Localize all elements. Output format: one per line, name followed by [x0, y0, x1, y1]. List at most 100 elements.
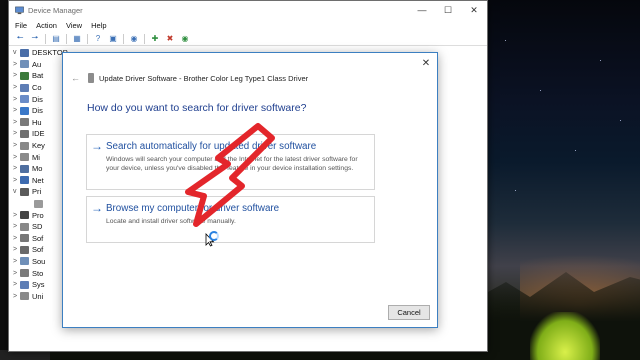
tree-item[interactable]: v DESKTOP: [13, 47, 69, 59]
chevron-right-icon[interactable]: >: [13, 61, 20, 68]
chevron-right-icon[interactable]: >: [13, 246, 20, 253]
tree-item[interactable]: > Mi: [13, 151, 69, 163]
device-category-icon: [20, 164, 29, 173]
tree-item[interactable]: > Sof: [13, 244, 69, 256]
tree-item[interactable]: > Bat: [13, 70, 69, 82]
tree-item[interactable]: > Uni: [13, 290, 69, 302]
chevron-right-icon[interactable]: >: [13, 293, 20, 300]
tree-item-label: Mo: [32, 164, 43, 174]
device-category-icon: [20, 118, 29, 127]
cancel-button[interactable]: Cancel: [388, 305, 430, 320]
tree-item-label: Au: [32, 59, 42, 69]
back-icon[interactable]: 🠔: [15, 33, 25, 44]
tree-item-label: Key: [32, 141, 45, 151]
arrow-right-icon: →: [91, 139, 103, 153]
chevron-right-icon[interactable]: >: [13, 96, 20, 103]
device-manager-icon: [15, 6, 24, 14]
tree-item[interactable]: > Pro: [13, 209, 69, 221]
chevron-right-icon[interactable]: >: [13, 107, 20, 114]
chevron-right-icon[interactable]: >: [13, 84, 20, 91]
dialog-header: ← Update Driver Software - Brother Color…: [71, 73, 308, 83]
tree-item[interactable]: > Hu: [13, 117, 69, 129]
tree-item[interactable]: > Key: [13, 140, 69, 152]
chevron-down-icon[interactable]: v: [13, 188, 20, 195]
enable-device-icon[interactable]: ◉: [180, 34, 190, 44]
chevron-right-icon[interactable]: >: [13, 165, 20, 172]
title-bar[interactable]: Device Manager — ☐ ✕: [9, 1, 487, 19]
star: [600, 60, 601, 61]
tree-item-label: Sof: [32, 233, 44, 243]
desktop-edge: [0, 0, 8, 360]
device-category-icon: [20, 95, 29, 104]
tree-item[interactable]: > Dis: [13, 93, 69, 105]
close-icon[interactable]: ✕: [461, 1, 487, 19]
chevron-right-icon[interactable]: >: [13, 281, 20, 288]
tree-item-label: Bat: [32, 71, 44, 81]
help-icon[interactable]: ?: [93, 34, 103, 44]
show-hide-tree-icon[interactable]: ▤: [51, 34, 61, 44]
tree-item[interactable]: > Au: [13, 59, 69, 71]
chevron-right-icon[interactable]: >: [13, 142, 20, 149]
uninstall-icon[interactable]: ✖: [165, 34, 175, 44]
menu-help[interactable]: Help: [91, 21, 106, 30]
device-category-icon: [34, 199, 43, 208]
menu-view[interactable]: View: [66, 21, 82, 30]
tree-item[interactable]: > Net: [13, 175, 69, 187]
device-category-icon: [20, 292, 29, 301]
device-category-icon: [20, 48, 29, 57]
star: [620, 120, 621, 121]
tree-item[interactable]: > Mo: [13, 163, 69, 175]
tree-item[interactable]: > SD: [13, 221, 69, 233]
tree-item[interactable]: > Co: [13, 82, 69, 94]
maximize-icon[interactable]: ☐: [435, 1, 461, 19]
chevron-right-icon[interactable]: >: [13, 130, 20, 137]
tree-item-label: SD: [32, 222, 43, 232]
tree-item[interactable]: > Sou: [13, 256, 69, 268]
tree-item[interactable]: > Sto: [13, 267, 69, 279]
star: [540, 90, 541, 91]
chevron-right-icon[interactable]: >: [13, 154, 20, 161]
tree-item-label: Dis: [32, 94, 43, 104]
menu-action[interactable]: Action: [36, 21, 57, 30]
tree-item-label: Uni: [32, 291, 44, 301]
arrow-right-icon: →: [91, 201, 103, 215]
tree-item-label: Sof: [32, 245, 44, 255]
chevron-right-icon[interactable]: >: [13, 223, 20, 230]
chevron-right-icon[interactable]: >: [13, 119, 20, 126]
tree-item[interactable]: v Pri: [13, 186, 69, 198]
chevron-right-icon[interactable]: >: [13, 270, 20, 277]
tree-item[interactable]: > Dis: [13, 105, 69, 117]
toolbar-separator: [66, 33, 67, 44]
tree-item[interactable]: > IDE: [13, 128, 69, 140]
device-tree: v DESKTOP > Au > Bat > Co > Dis > Dis > Hu > IDE > Key > Mi…: [9, 47, 69, 302]
scan-hardware-icon[interactable]: ◉: [129, 34, 139, 44]
add-legacy-icon[interactable]: ✚: [150, 34, 160, 44]
dialog-close-icon[interactable]: ✕: [419, 56, 433, 70]
toolbar-separator: [87, 33, 88, 44]
menu-file[interactable]: File: [15, 21, 27, 30]
dialog-title: Update Driver Software - Brother Color L…: [99, 73, 309, 83]
device-category-icon: [20, 269, 29, 278]
tree-item-label: Net: [32, 175, 44, 185]
chevron-right-icon[interactable]: >: [13, 177, 20, 184]
properties-icon[interactable]: ▦: [72, 34, 82, 44]
toolbar: 🠔 🠖 ▤ ▦ ? ▣ ◉ ✚ ✖ ◉: [9, 32, 487, 46]
chevron-right-icon[interactable]: >: [13, 72, 20, 79]
forward-icon[interactable]: 🠖: [30, 33, 40, 44]
tree-item[interactable]: [13, 198, 69, 210]
device-icon: [88, 73, 94, 83]
device-category-icon: [20, 280, 29, 289]
chevron-right-icon[interactable]: >: [13, 235, 20, 242]
tree-item-label: Co: [32, 83, 42, 93]
minimize-icon[interactable]: —: [409, 1, 435, 19]
tree-item-label: Sys: [32, 280, 45, 290]
device-category-icon: [20, 129, 29, 138]
chevron-down-icon[interactable]: v: [13, 49, 20, 56]
update-driver-icon[interactable]: ▣: [108, 34, 118, 44]
back-arrow-icon[interactable]: ←: [71, 73, 80, 83]
device-category-icon: [20, 106, 29, 115]
tree-item[interactable]: > Sys: [13, 279, 69, 291]
chevron-right-icon[interactable]: >: [13, 212, 20, 219]
tree-item[interactable]: > Sof: [13, 233, 69, 245]
chevron-right-icon[interactable]: >: [13, 258, 20, 265]
